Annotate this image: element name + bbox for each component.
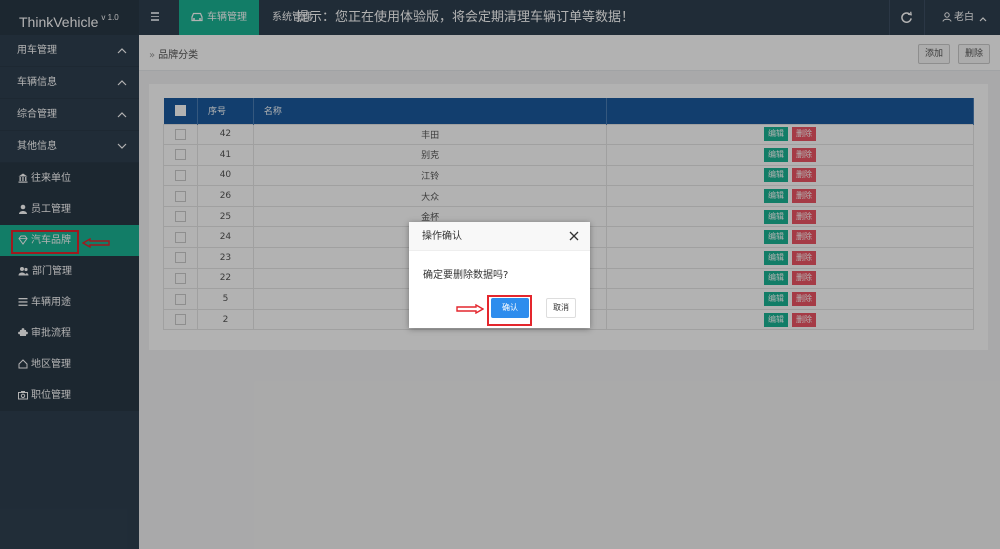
- cancel-button[interactable]: 取消: [546, 298, 576, 318]
- confirm-button[interactable]: 确认: [491, 298, 529, 318]
- dialog-message: 确定要删除数据吗?: [423, 270, 509, 281]
- dialog-title: 操作确认: [422, 231, 462, 242]
- dialog-header: 操作确认: [409, 222, 590, 251]
- arrow-right-icon: [456, 304, 484, 314]
- confirm-dialog: 操作确认 确定要删除数据吗? 确认 取消: [409, 222, 590, 328]
- close-icon[interactable]: [569, 231, 579, 241]
